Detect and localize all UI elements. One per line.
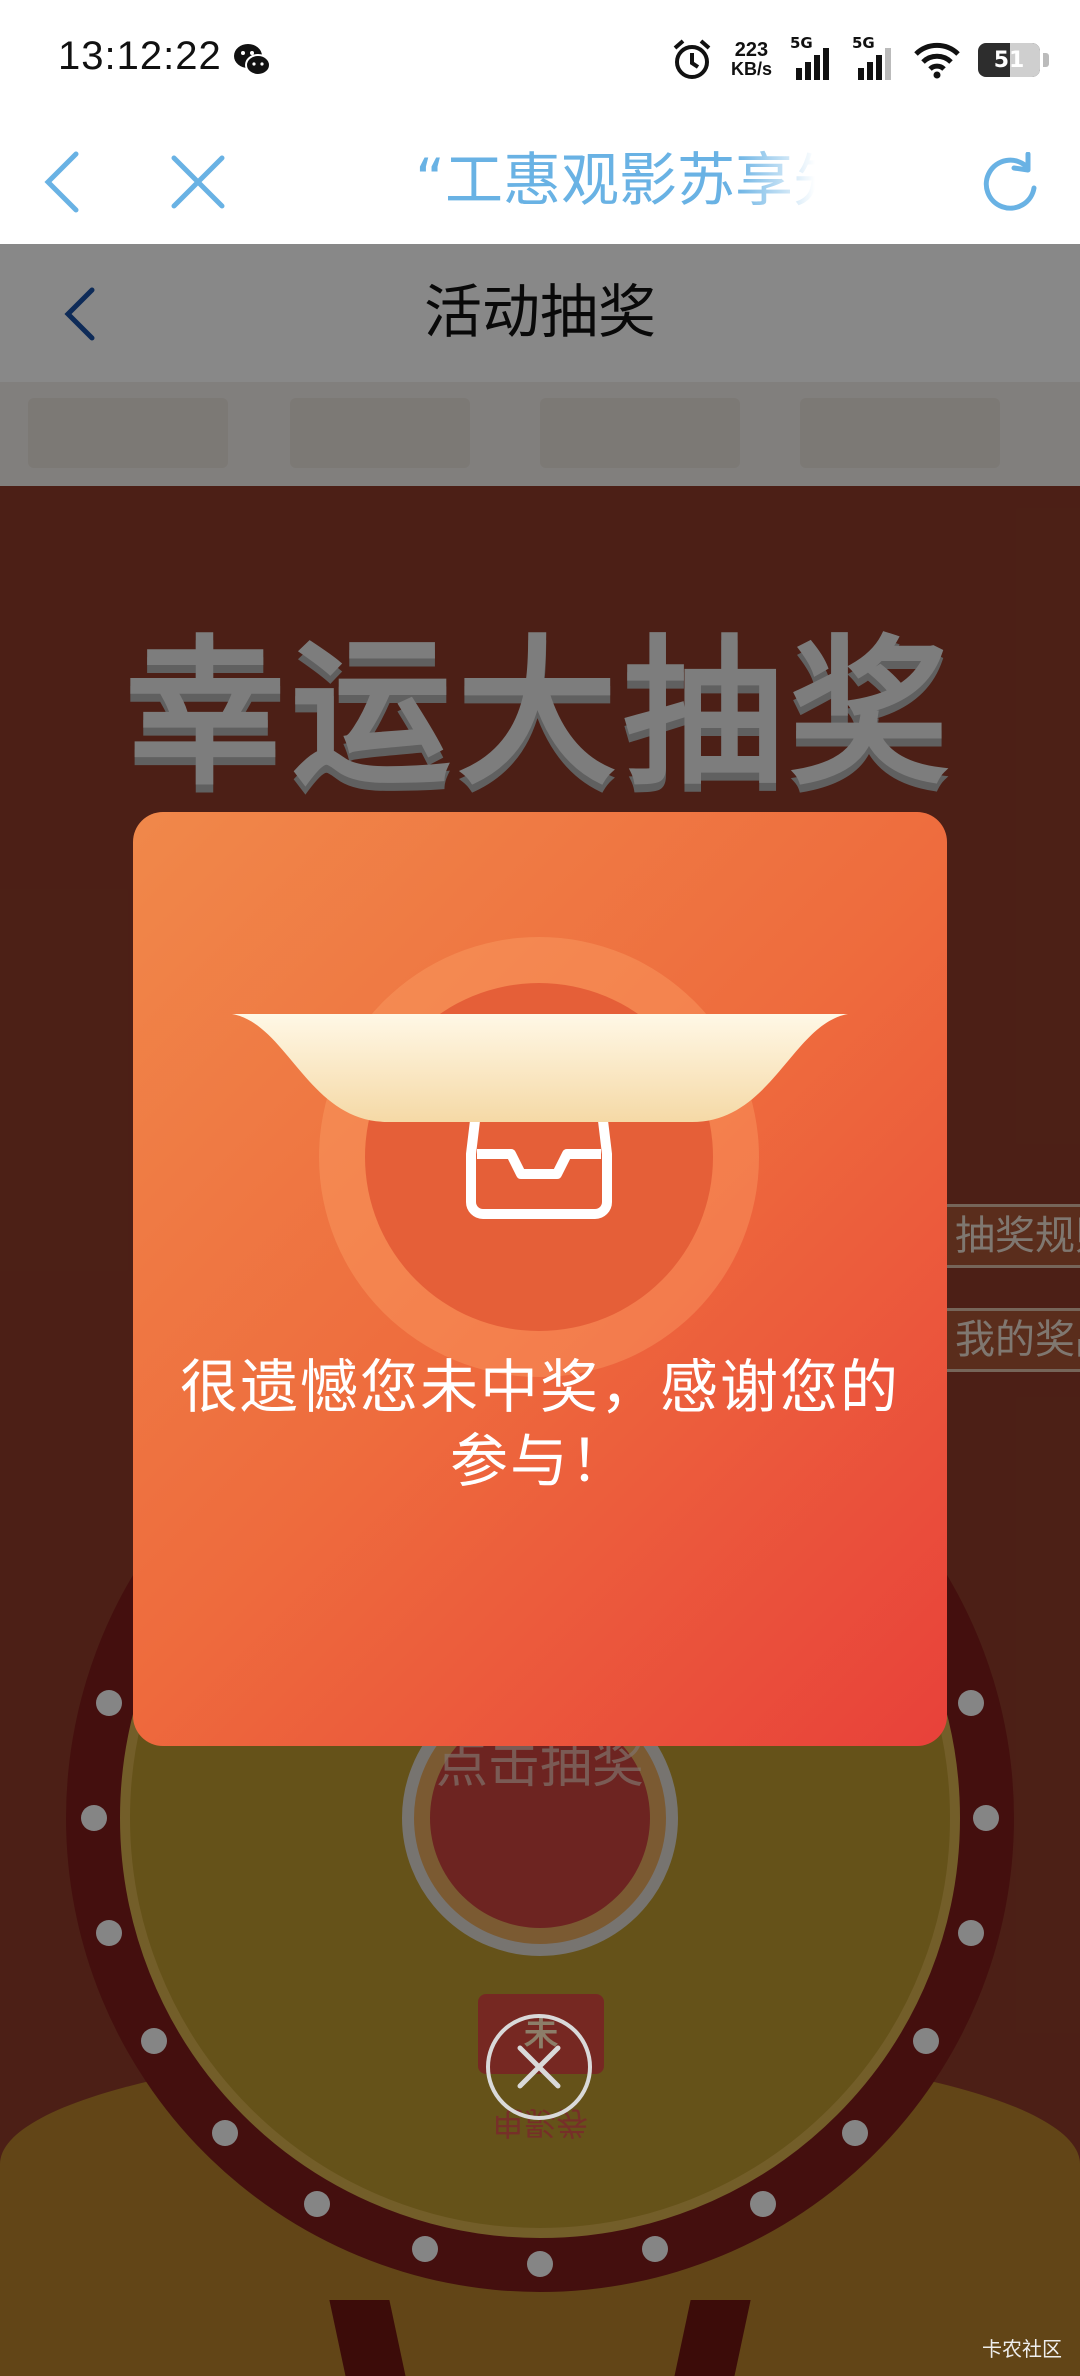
wechat-icon [234, 44, 271, 76]
envelope-flap [232, 1014, 848, 1122]
wifi-icon [914, 42, 960, 79]
page-title-bar: “工惠观影苏享先 [415, 146, 815, 214]
watermark: 卡农社区 [982, 2337, 1062, 2361]
close-icon[interactable] [168, 152, 228, 212]
signal-icon: 5G [790, 34, 834, 82]
browser-nav-bar: “工惠观影苏享先 [0, 120, 1080, 244]
net-speed: 223 KB/s [730, 39, 772, 79]
battery-icon: 51 [978, 43, 1049, 77]
modal-close-button[interactable] [486, 2014, 592, 2120]
lottery-page: 活动抽奖 幸运大抽奖 抽奖规则 我的奖品 点击抽奖 未 电影券 很遗憾您未中奖，… [0, 244, 1080, 2376]
refresh-icon[interactable] [980, 152, 1044, 216]
signal-icon: 5G [852, 34, 896, 82]
close-icon [517, 2045, 561, 2089]
clock: 13:12:22 [58, 34, 222, 78]
result-modal: 很遗憾您未中奖，感谢您的参与！ [133, 812, 947, 1746]
alarm-icon [673, 39, 711, 79]
back-icon[interactable] [40, 150, 84, 214]
result-message: 很遗憾您未中奖，感谢您的参与！ [179, 1353, 900, 1495]
status-bar: 13:12:22 223 KB/s 5G 5G 51 [0, 0, 1080, 120]
